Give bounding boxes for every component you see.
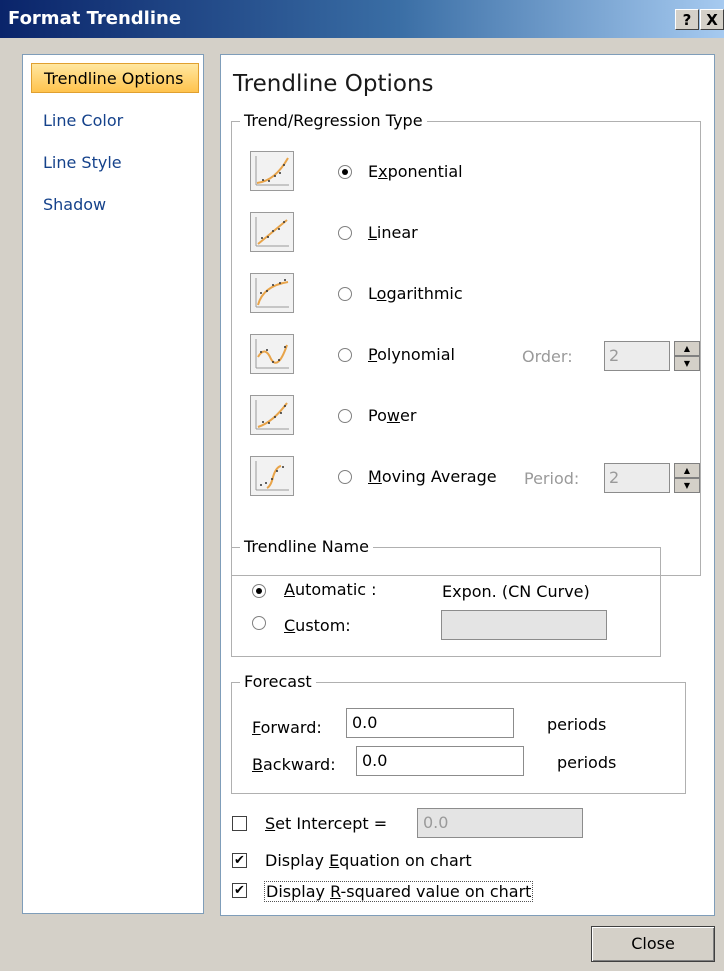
logarithmic-label: Logarithmic xyxy=(368,284,463,303)
backward-input[interactable]: 0.0 xyxy=(356,746,524,776)
trend-row-linear: Linear xyxy=(250,212,710,256)
custom-name-input[interactable] xyxy=(441,610,607,640)
trend-row-polynomial: Polynomial Order: 2 ▲ ▼ xyxy=(250,334,710,378)
order-label: Order: xyxy=(522,347,573,366)
period-label: Period: xyxy=(524,469,580,488)
moving-average-radio[interactable] xyxy=(338,470,352,484)
automatic-label: Automatic : xyxy=(284,580,377,599)
logarithmic-trend-icon[interactable] xyxy=(250,273,294,313)
trend-row-moving-average: Moving Average Period: 2 ▲ ▼ xyxy=(250,456,710,500)
forecast-group: Forecast Forward: 0.0 periods Backward: … xyxy=(231,672,686,794)
sidebar: Trendline Options Line Color Line Style … xyxy=(22,54,204,914)
set-intercept-label: Set Intercept = xyxy=(265,814,388,833)
automatic-radio[interactable] xyxy=(252,584,266,598)
forward-unit: periods xyxy=(547,715,607,734)
linear-trend-icon[interactable] xyxy=(250,212,294,252)
sidebar-item-trendline-options[interactable]: Trendline Options xyxy=(31,63,199,93)
trend-row-exponential: Exponential xyxy=(250,151,710,195)
display-equation-label: Display Equation on chart xyxy=(265,851,472,870)
order-arrows[interactable]: ▲ ▼ xyxy=(674,341,700,371)
exponential-label: Exponential xyxy=(368,162,463,181)
title-bar: Format Trendline ? X xyxy=(0,0,724,38)
forecast-group-label: Forecast xyxy=(240,672,316,691)
period-down-icon[interactable]: ▼ xyxy=(674,478,700,493)
display-rsquared-label: Display R-squared value on chart xyxy=(264,881,534,902)
custom-radio[interactable] xyxy=(252,616,266,630)
automatic-name-value: Expon. (CN Curve) xyxy=(442,582,590,601)
set-intercept-checkbox[interactable] xyxy=(232,816,247,831)
moving-average-label: Moving Average xyxy=(368,467,497,486)
polynomial-trend-icon[interactable] xyxy=(250,334,294,374)
linear-label: Linear xyxy=(368,223,418,242)
set-intercept-input[interactable]: 0.0 xyxy=(417,808,583,838)
period-stepper[interactable]: 2 ▲ ▼ xyxy=(604,463,704,493)
trend-type-group-label: Trend/Regression Type xyxy=(240,111,427,130)
period-arrows[interactable]: ▲ ▼ xyxy=(674,463,700,493)
sidebar-item-line-color[interactable]: Line Color xyxy=(31,106,199,136)
period-input[interactable]: 2 xyxy=(604,463,670,493)
display-equation-checkbox[interactable]: ✔ xyxy=(232,853,247,868)
close-button[interactable]: Close xyxy=(591,926,715,962)
order-input[interactable]: 2 xyxy=(604,341,670,371)
sidebar-item-shadow[interactable]: Shadow xyxy=(31,190,199,220)
exponential-trend-icon[interactable] xyxy=(250,151,294,191)
backward-unit: periods xyxy=(557,753,617,772)
polynomial-radio[interactable] xyxy=(338,348,352,362)
sidebar-item-line-style[interactable]: Line Style xyxy=(31,148,199,178)
forward-label: Forward: xyxy=(252,718,322,737)
main-panel: Trendline Options Trend/Regression Type … xyxy=(220,54,715,916)
logarithmic-radio[interactable] xyxy=(338,287,352,301)
page-title: Trendline Options xyxy=(233,71,434,97)
linear-radio[interactable] xyxy=(338,226,352,240)
moving-average-trend-icon[interactable] xyxy=(250,456,294,496)
trend-row-power: Power xyxy=(250,395,710,439)
period-up-icon[interactable]: ▲ xyxy=(674,463,700,478)
order-down-icon[interactable]: ▼ xyxy=(674,356,700,371)
custom-label: Custom: xyxy=(284,616,351,635)
backward-label: Backward: xyxy=(252,755,336,774)
window-title: Format Trendline xyxy=(8,8,182,29)
trend-row-logarithmic: Logarithmic xyxy=(250,273,710,317)
trend-type-group: Trend/Regression Type Exponential Linear… xyxy=(231,111,701,576)
power-trend-icon[interactable] xyxy=(250,395,294,435)
power-radio[interactable] xyxy=(338,409,352,423)
power-label: Power xyxy=(368,406,417,425)
order-up-icon[interactable]: ▲ xyxy=(674,341,700,356)
display-rsquared-checkbox[interactable]: ✔ xyxy=(232,883,247,898)
order-stepper[interactable]: 2 ▲ ▼ xyxy=(604,341,704,371)
exponential-radio[interactable] xyxy=(338,165,352,179)
help-button[interactable]: ? xyxy=(675,9,699,30)
trendline-name-group: Trendline Name Automatic : Expon. (CN Cu… xyxy=(231,537,661,657)
trendline-name-group-label: Trendline Name xyxy=(240,537,373,556)
polynomial-label: Polynomial xyxy=(368,345,455,364)
close-window-button[interactable]: X xyxy=(700,9,724,30)
forward-input[interactable]: 0.0 xyxy=(346,708,514,738)
